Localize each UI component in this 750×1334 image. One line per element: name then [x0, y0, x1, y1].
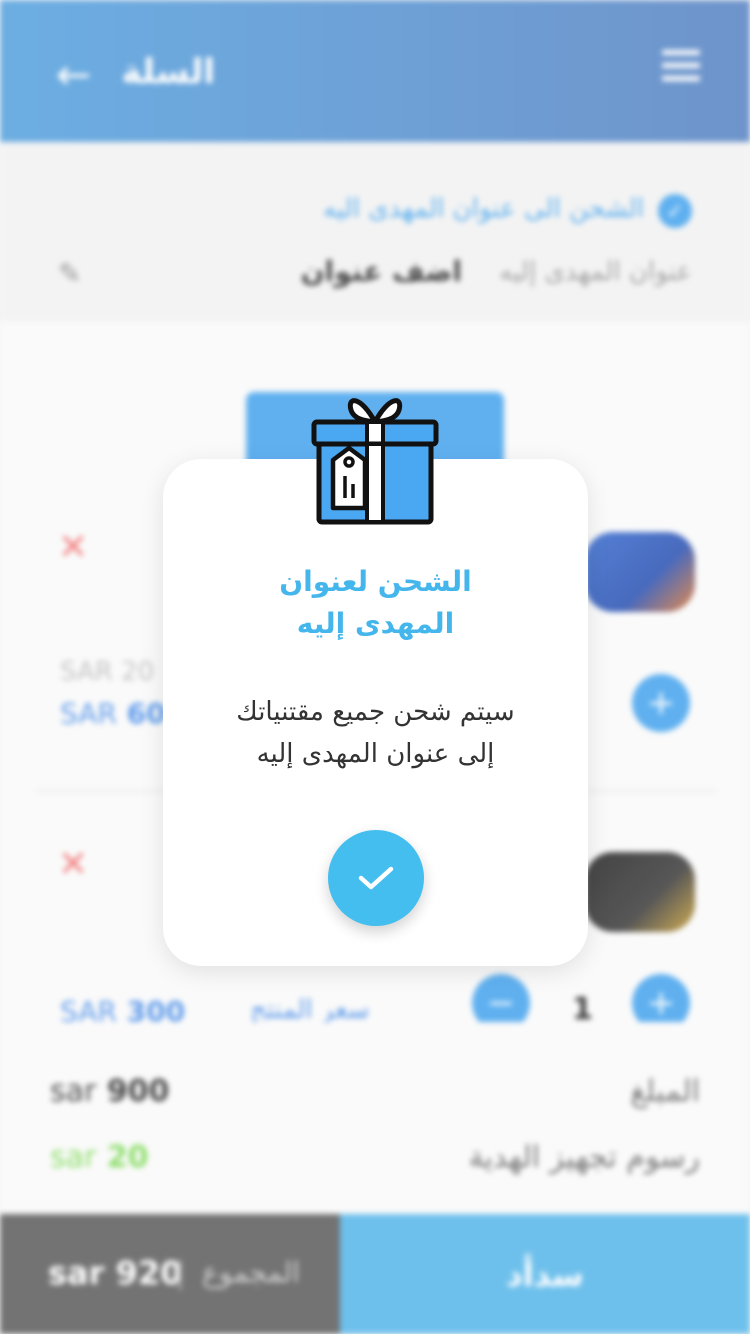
- confirm-button[interactable]: [328, 830, 424, 926]
- gift-shipping-dialog: الشحن لعنوان المهدى إليه سيتم شحن جميع م…: [163, 459, 588, 966]
- dialog-title-line1: الشحن لعنوان: [279, 565, 472, 598]
- checkmark-icon: [358, 866, 394, 890]
- dialog-title: الشحن لعنوان المهدى إليه: [163, 561, 588, 645]
- gift-box-icon: [311, 398, 439, 525]
- dialog-message-line1: سيتم شحن جميع مقتنياتك: [236, 697, 515, 727]
- dialog-message: سيتم شحن جميع مقتنياتك إلى عنوان المهدى …: [163, 691, 588, 775]
- dialog-message-line2: إلى عنوان المهدى إليه: [256, 739, 495, 769]
- dialog-title-line2: المهدى إليه: [296, 607, 455, 640]
